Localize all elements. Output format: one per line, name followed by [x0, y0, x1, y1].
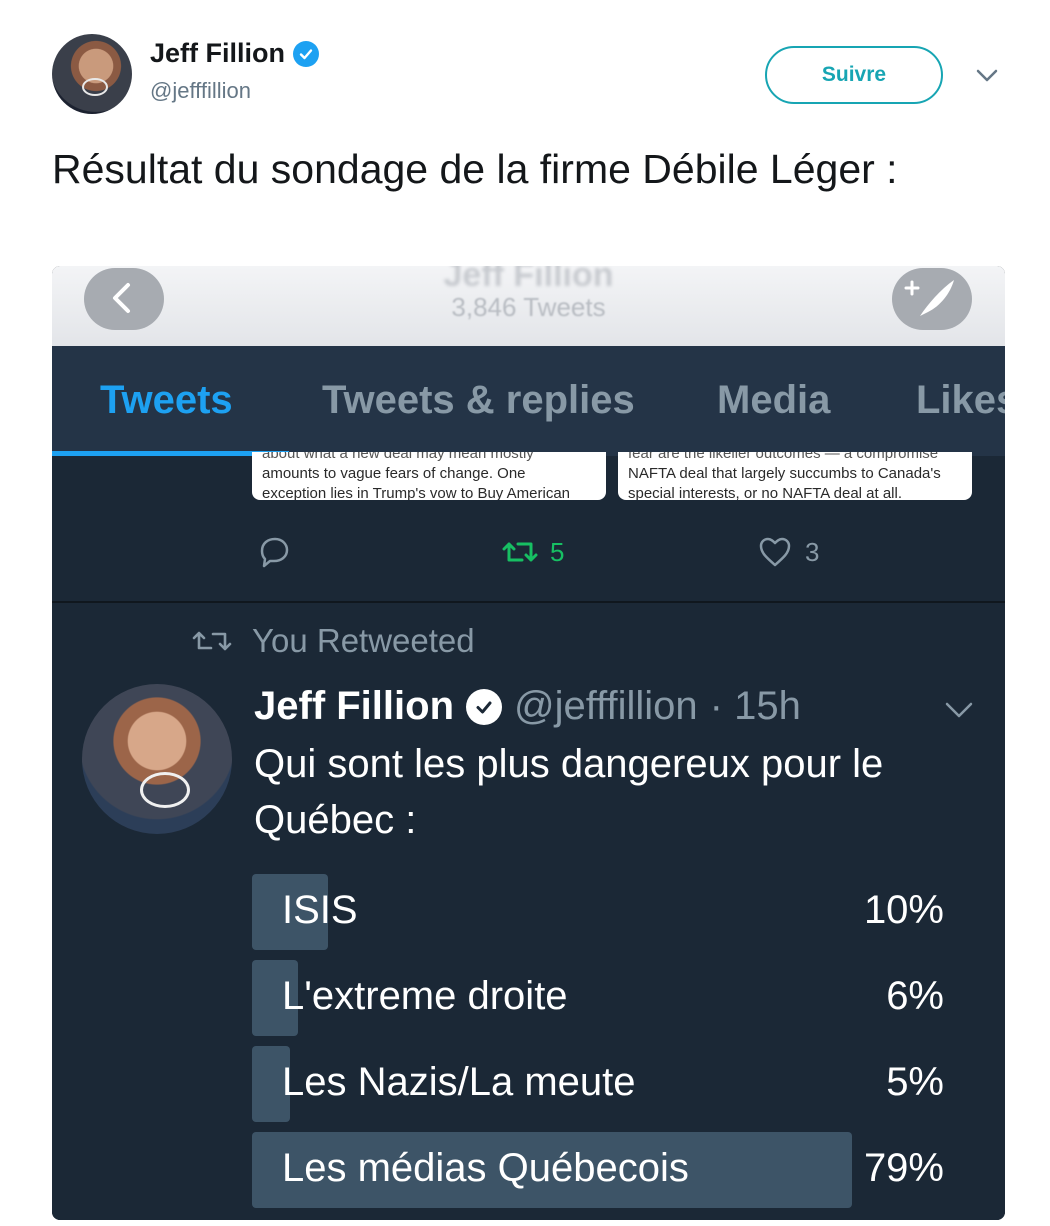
- inner-author-avatar: [82, 684, 232, 834]
- reply-icon: [260, 537, 289, 568]
- poll-option-percent: 6%: [886, 974, 944, 1018]
- retweeted-indicator: You Retweeted: [192, 622, 475, 660]
- retweet-count: 5: [550, 536, 565, 567]
- poll-option-label: Les Nazis/La meute: [282, 1060, 636, 1104]
- tweet-text: Résultat du sondage de la firme Débile L…: [52, 146, 898, 192]
- inner-author-name: Jeff Fillion: [254, 684, 454, 728]
- inner-tweet-text: Qui sont les plus dangereux pour le Québ…: [254, 742, 884, 842]
- tab-likes: Likes: [916, 378, 1005, 422]
- back-button: [84, 268, 164, 330]
- poll-option-label: Les médias Québecois: [282, 1146, 689, 1190]
- follow-button[interactable]: Suivre: [765, 46, 943, 104]
- inner-tweet-time: · 15h: [709, 684, 801, 728]
- card-line: exception lies in Trump's vow to Buy Ame…: [262, 485, 570, 500]
- heart-icon: [759, 537, 791, 567]
- reply-action: [254, 532, 294, 572]
- compose-tweet-icon: [892, 268, 972, 330]
- link-card-right: fear are the likelier outcomes — a compr…: [618, 452, 972, 500]
- tab-tweets: Tweets: [100, 378, 233, 422]
- retweet-icon: [502, 542, 538, 562]
- poll-option: L'extreme droite 6%: [252, 960, 952, 1036]
- card-line: fear are the likelier outcomes — a compr…: [628, 452, 939, 462]
- profile-header-title: Jeff Fillion: [443, 266, 614, 286]
- card-line: NAFTA deal that largely succumbs to Cana…: [628, 465, 941, 482]
- author-avatar[interactable]: [52, 34, 132, 114]
- attached-image[interactable]: Jeff Fillion 3,846 Tweets Tweets Tweets …: [52, 266, 1005, 1220]
- card-line: about what a new deal may mean mostly: [262, 452, 534, 462]
- profile-tweets-count: 3,846 Tweets: [451, 292, 606, 322]
- poll-option: ISIS 10%: [252, 874, 952, 950]
- poll-option-percent: 79%: [863, 1146, 944, 1190]
- retweet-action: 5: [500, 532, 564, 572]
- poll-option-label: L'extreme droite: [282, 974, 568, 1018]
- author-display-name[interactable]: Jeff Fillion: [150, 38, 319, 69]
- chevron-down-icon[interactable]: [972, 60, 1002, 90]
- like-count: 3: [805, 536, 820, 567]
- inner-chevron-down-icon: [945, 702, 973, 718]
- profile-header-bar: Jeff Fillion 3,846 Tweets: [52, 266, 1005, 346]
- poll-option: Les médias Québecois 79%: [252, 1132, 952, 1208]
- poll-option: Les Nazis/La meute 5%: [252, 1046, 952, 1122]
- microphone-icon: [82, 78, 108, 96]
- poll-option-label: ISIS: [282, 888, 358, 932]
- card-line: amounts to vague fears of change. One: [262, 465, 526, 482]
- inner-tweet-header: Jeff Fillion @jefffillion · 15h: [254, 684, 801, 729]
- retweet-small-icon: [192, 631, 232, 651]
- inner-author-handle: @jefffillion: [514, 684, 698, 728]
- timeline: about what a new deal may mean mostly am…: [52, 452, 1005, 1220]
- tweet-actions: 5 3: [52, 532, 1005, 592]
- verified-badge-icon: [293, 40, 319, 67]
- tweet-divider: [52, 601, 1005, 603]
- inner-verified-badge-icon: [466, 688, 502, 725]
- retweeted-label: You Retweeted: [252, 622, 475, 659]
- poll: ISIS 10% L'extreme droite 6% Les Nazis/L…: [252, 874, 952, 1218]
- card-line: special interests, or no NAFTA deal at a…: [628, 485, 903, 500]
- link-card-left: about what a new deal may mean mostly am…: [252, 452, 606, 500]
- poll-option-percent: 10%: [863, 888, 944, 932]
- profile-tabs: Tweets Tweets & replies Media Likes: [52, 346, 1005, 456]
- microphone-icon: [140, 772, 190, 808]
- tab-tweets-replies: Tweets & replies: [322, 378, 635, 422]
- author-handle[interactable]: @jefffillion: [150, 78, 251, 104]
- like-action: 3: [755, 532, 819, 572]
- author-name[interactable]: Jeff Fillion: [150, 38, 285, 69]
- poll-option-percent: 5%: [886, 1060, 944, 1104]
- tab-media: Media: [717, 378, 831, 422]
